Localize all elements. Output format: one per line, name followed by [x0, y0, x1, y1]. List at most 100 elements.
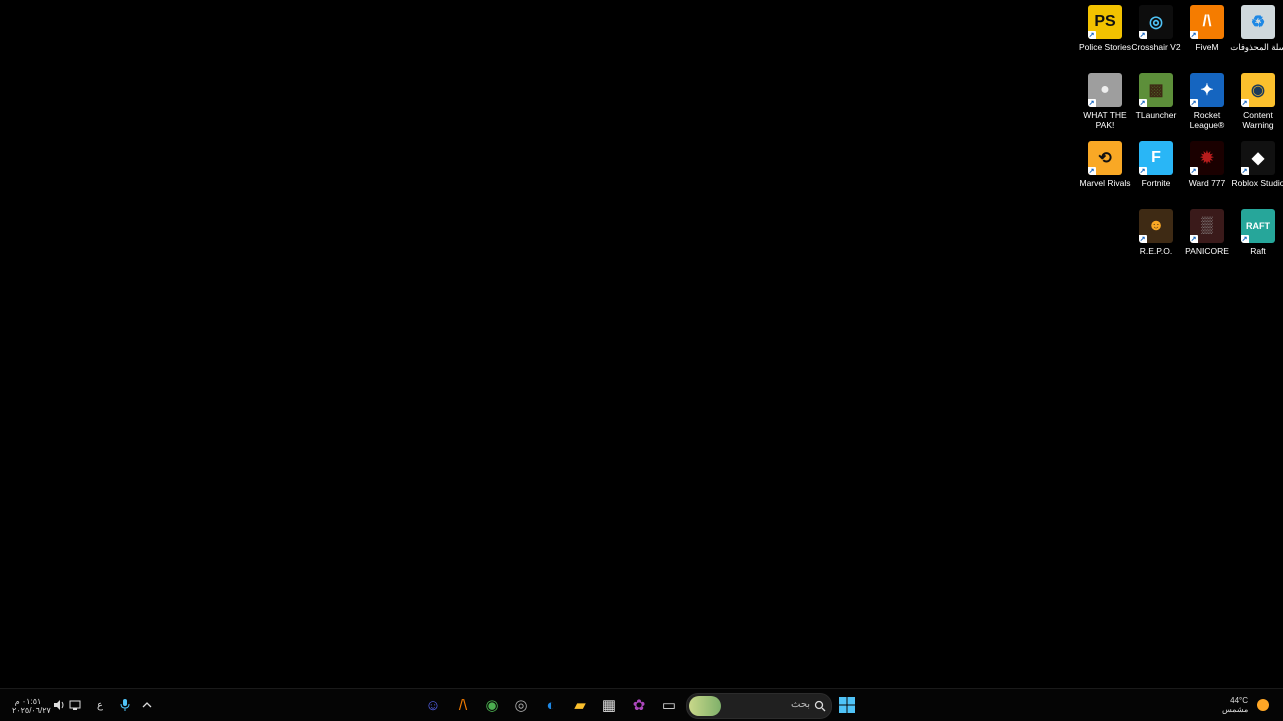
- desktop-icon-label: سلة المحذوفات: [1230, 42, 1283, 52]
- desktop-icon-label: TLauncher: [1135, 110, 1177, 120]
- desktop-icon-grid: PS ↗ Police Stories ◎ ↗ Crosshair V2/\ ↗ FiveM ♻…: [0, 0, 1283, 688]
- desktop-icon-roblox-studio[interactable]: ◆ ↗ Roblox Studio: [1231, 141, 1283, 188]
- shortcut-arrow-icon: ↗: [1139, 235, 1147, 243]
- desktop-icon-label: Crosshair V2: [1131, 42, 1181, 52]
- panicore-glyph: ▒: [1201, 217, 1213, 234]
- copilot-icon[interactable]: ✿: [628, 694, 650, 716]
- microphone-icon[interactable]: [114, 694, 136, 716]
- shortcut-arrow-icon: ↗: [1190, 167, 1198, 175]
- raft-icon: RAFT ↗: [1241, 209, 1275, 243]
- language-indicator[interactable]: ع: [89, 694, 111, 716]
- search-highlight-art: [689, 696, 721, 716]
- ward-777-glyph: ✹: [1200, 150, 1214, 167]
- desktop-icon-rocket-league[interactable]: ✦ ↗ Rocket League®: [1182, 73, 1232, 130]
- crosshair-taskbar-icon[interactable]: ◎: [510, 694, 532, 716]
- search-box[interactable]: بحث: [686, 693, 832, 719]
- desktop-icon-label: Raft: [1250, 246, 1266, 256]
- shortcut-arrow-icon: ↗: [1241, 235, 1249, 243]
- desktop-icon-label: Police Stories: [1079, 42, 1131, 52]
- clock-date: ٢٠٢٥/٠٦/٢٧: [12, 706, 51, 715]
- desktop-icon-label: Marvel Rivals: [1079, 178, 1131, 188]
- crosshair-v2-glyph: ◎: [1149, 14, 1163, 31]
- sun-icon: [1252, 694, 1274, 716]
- fivem-icon: /\ ↗: [1190, 5, 1224, 39]
- shortcut-arrow-icon: ↗: [1190, 31, 1198, 39]
- rocket-league-glyph: ✦: [1200, 82, 1214, 99]
- shortcut-arrow-icon: ↗: [1139, 167, 1147, 175]
- fortnite-glyph: F: [1151, 149, 1161, 166]
- shortcut-arrow-icon: ↗: [1139, 31, 1147, 39]
- shortcut-arrow-icon: ↗: [1088, 31, 1096, 39]
- shortcut-arrow-icon: ↗: [1241, 99, 1249, 107]
- tlauncher-icon: ▩ ↗: [1139, 73, 1173, 107]
- file-explorer-icon[interactable]: ▰: [569, 694, 591, 716]
- police-stories-glyph: PS: [1094, 13, 1116, 30]
- fortnite-icon: F ↗: [1139, 141, 1173, 175]
- desktop-icon-what-the-pak[interactable]: ● ↗ WHAT THE PAK!: [1080, 73, 1130, 130]
- shortcut-arrow-icon: ↗: [1241, 167, 1249, 175]
- desktop-icon-crosshair-v2[interactable]: ◎ ↗ Crosshair V2: [1131, 5, 1181, 52]
- fivem-taskbar-icon[interactable]: /\: [452, 694, 474, 716]
- weather-condition: مشمس: [1222, 705, 1249, 714]
- desktop-icon-panicore[interactable]: ▒ ↗ PANICORE: [1182, 209, 1232, 256]
- desktop-icon-label: Ward 777: [1188, 178, 1226, 188]
- discord-icon[interactable]: ☺: [422, 694, 444, 716]
- desktop-icon-marvel-rivals[interactable]: ⟲ ↗ Marvel Rivals: [1079, 141, 1131, 188]
- start-button[interactable]: [836, 694, 858, 716]
- panicore-icon: ▒ ↗: [1190, 209, 1224, 243]
- search-placeholder: بحث: [791, 699, 811, 710]
- recycle-bin-icon: ♻: [1241, 5, 1275, 39]
- shortcut-arrow-icon: ↗: [1088, 167, 1096, 175]
- taskbar: ٠١:٥١ م ٢٠٢٥/٠٦/٢٧ ع ☺ /\ ◉ ◎ ◐ ▰ ▦ ✿ ▭ بحث 44°C…: [0, 688, 1283, 721]
- content-warning-glyph: ◉: [1251, 82, 1265, 99]
- desktop-icon-recycle-bin[interactable]: ♻ سلة المحذوفات: [1230, 5, 1283, 52]
- what-the-pak-icon: ● ↗: [1088, 73, 1122, 107]
- fivem-glyph: /\: [1202, 13, 1212, 30]
- weather-widget[interactable]: 44°C مشمس: [1222, 696, 1248, 714]
- repo-icon: ☻ ↗: [1139, 209, 1173, 243]
- ward-777-icon: ✹ ↗: [1190, 141, 1224, 175]
- shortcut-arrow-icon: ↗: [1139, 99, 1147, 107]
- network-icon[interactable]: [64, 694, 86, 716]
- desktop-icon-ward-777[interactable]: ✹ ↗ Ward 777: [1182, 141, 1232, 188]
- desktop-icon-police-stories[interactable]: PS ↗ Police Stories: [1079, 5, 1131, 52]
- task-view-icon[interactable]: ▭: [658, 694, 680, 716]
- clock-time: ٠١:٥١ م: [14, 697, 42, 706]
- roblox-studio-glyph: ◆: [1251, 150, 1265, 167]
- windows-icon: [839, 697, 855, 713]
- police-stories-icon: PS ↗: [1088, 5, 1122, 39]
- desktop-icon-label: WHAT THE PAK!: [1083, 110, 1127, 130]
- desktop-icon-raft[interactable]: RAFT ↗ Raft: [1233, 209, 1283, 256]
- what-the-pak-glyph: ●: [1100, 81, 1110, 98]
- desktop-icon-label: Content Warning: [1242, 110, 1274, 130]
- search-icon: [814, 699, 826, 717]
- raft-glyph: RAFT: [1246, 221, 1270, 231]
- desktop-icon-tlauncher[interactable]: ▩ ↗ TLauncher: [1131, 73, 1181, 120]
- edge-icon[interactable]: ◐: [540, 694, 562, 716]
- shortcut-arrow-icon: ↗: [1088, 99, 1096, 107]
- roblox-studio-icon: ◆ ↗: [1241, 141, 1275, 175]
- desktop-icon-label: Rocket League®: [1189, 110, 1225, 130]
- marvel-rivals-icon: ⟲ ↗: [1088, 141, 1122, 175]
- desktop-icon-label: PANICORE: [1185, 246, 1229, 256]
- desktop-icon-label: R.E.P.O.: [1139, 246, 1173, 256]
- desktop-icon-fivem[interactable]: /\ ↗ FiveM: [1182, 5, 1232, 52]
- shortcut-arrow-icon: ↗: [1190, 235, 1198, 243]
- clock[interactable]: ٠١:٥١ م ٢٠٢٥/٠٦/٢٧: [12, 697, 51, 715]
- store-icon[interactable]: ▦: [598, 694, 620, 716]
- desktop-icon-repo[interactable]: ☻ ↗ R.E.P.O.: [1131, 209, 1181, 256]
- chevron-up-icon[interactable]: [136, 694, 158, 716]
- desktop-icon-label: Roblox Studio: [1231, 178, 1283, 188]
- weather-temp: 44°C: [1230, 696, 1248, 705]
- chrome-icon[interactable]: ◉: [481, 694, 503, 716]
- desktop-icon-fortnite[interactable]: F ↗ Fortnite: [1131, 141, 1181, 188]
- desktop-icon-content-warning[interactable]: ◉ ↗ Content Warning: [1233, 73, 1283, 130]
- rocket-league-icon: ✦ ↗: [1190, 73, 1224, 107]
- content-warning-icon: ◉ ↗: [1241, 73, 1275, 107]
- marvel-rivals-glyph: ⟲: [1098, 150, 1112, 167]
- crosshair-v2-icon: ◎ ↗: [1139, 5, 1173, 39]
- tlauncher-glyph: ▩: [1148, 82, 1164, 99]
- recycle-bin-glyph: ♻: [1250, 14, 1266, 31]
- repo-glyph: ☻: [1147, 217, 1165, 234]
- desktop-background[interactable]: PS ↗ Police Stories ◎ ↗ Crosshair V2/\ ↗ FiveM ♻…: [0, 0, 1283, 688]
